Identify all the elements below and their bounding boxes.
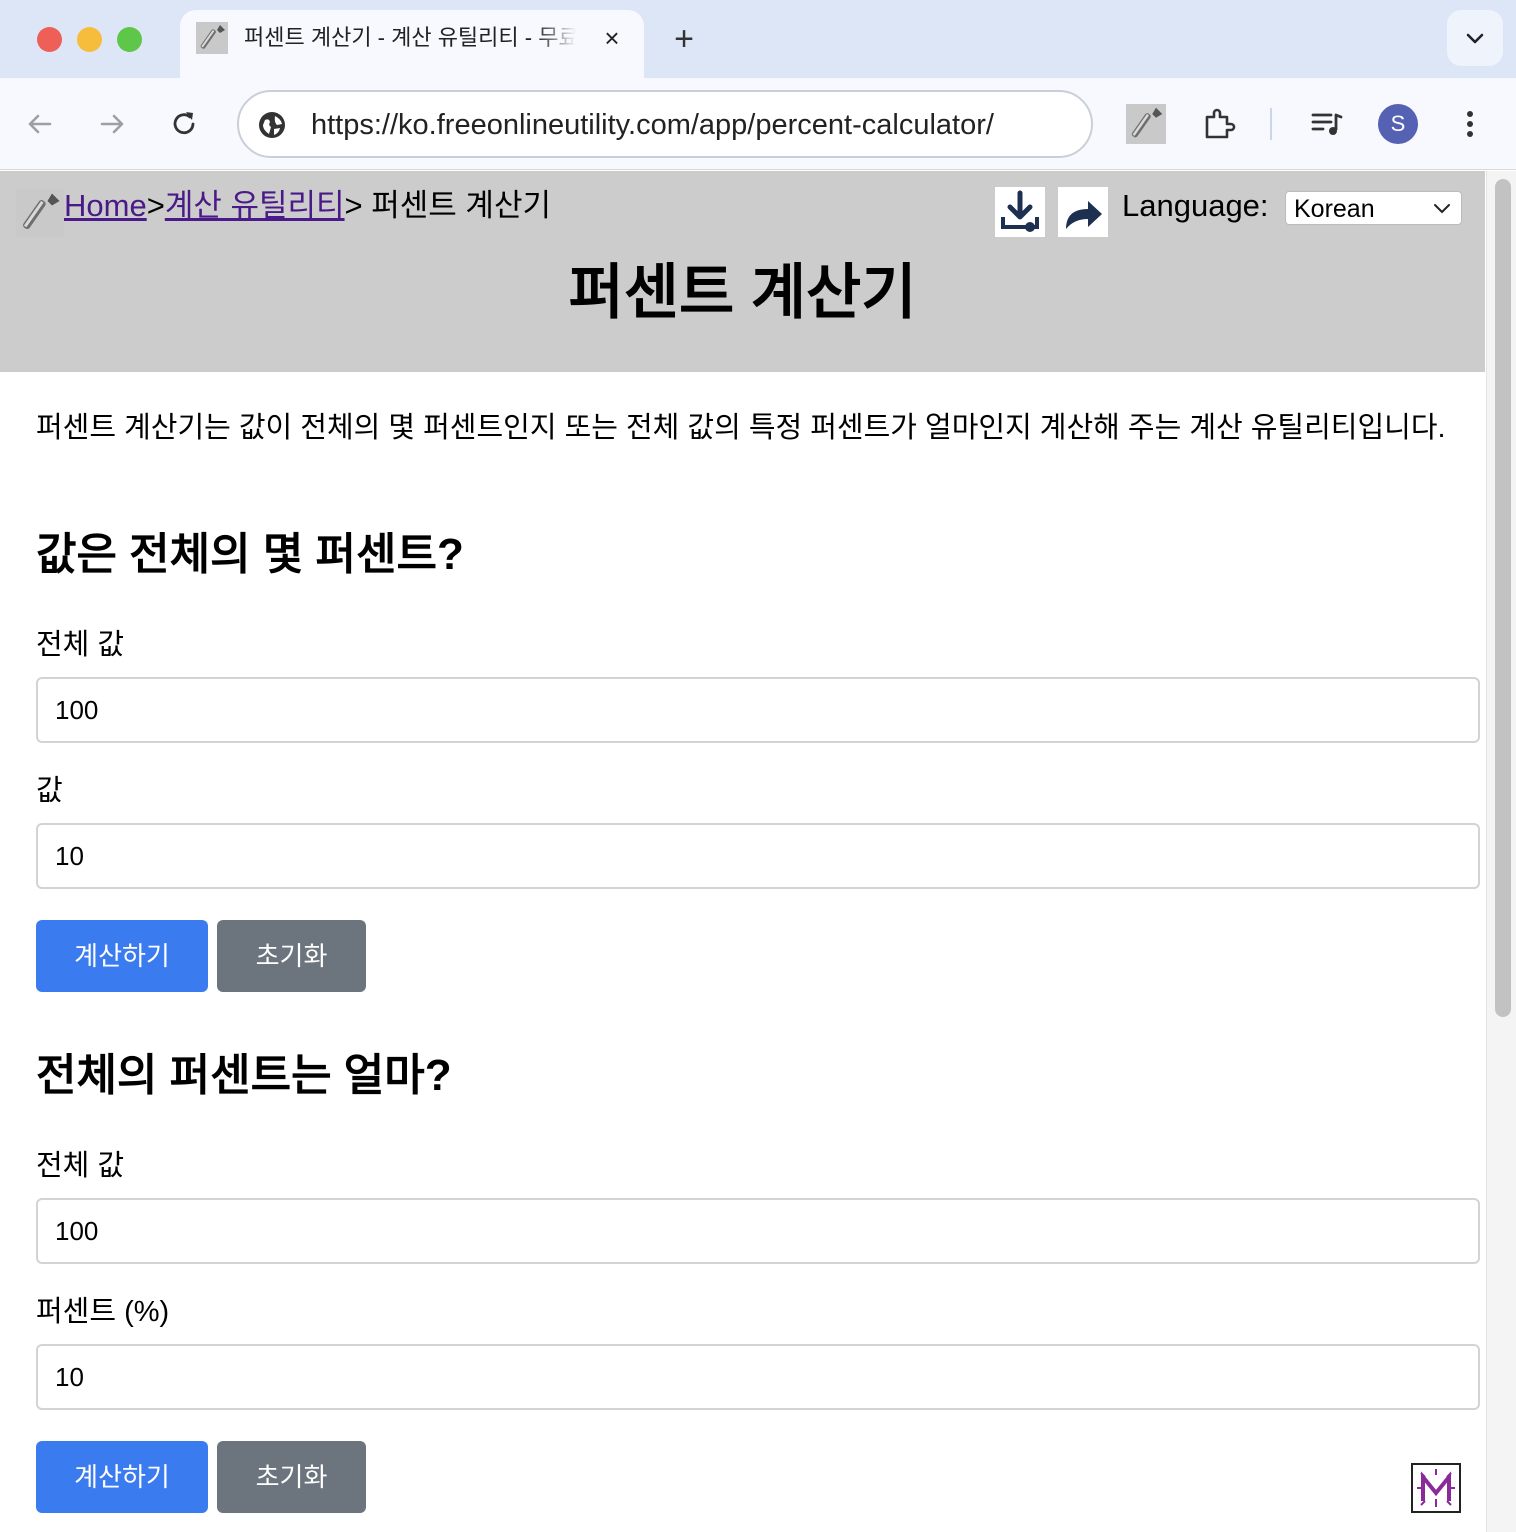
breadcrumb-home-link[interactable]: Home bbox=[64, 188, 147, 223]
section1-heading: 값은 전체의 몇 퍼센트? bbox=[36, 530, 464, 579]
reload-icon[interactable] bbox=[164, 104, 204, 144]
browser-tab-strip: 퍼센트 계산기 - 계산 유틸리티 - 무료 온라인 유틸리티 × + bbox=[0, 0, 1516, 78]
extensions-icon[interactable] bbox=[1199, 104, 1239, 144]
language-label: Language: bbox=[1122, 188, 1269, 223]
url-text: https://ko.freeonlineutility.com/app/per… bbox=[311, 109, 994, 141]
share-icon[interactable] bbox=[1058, 187, 1108, 237]
intro-text: 퍼센트 계산기는 값이 전체의 몇 퍼센트인지 또는 전체 값의 특정 퍼센트가… bbox=[36, 412, 1446, 444]
section1-total-input[interactable]: 100 bbox=[36, 677, 1480, 743]
section1-total-value: 100 bbox=[55, 695, 99, 725]
section1-value-label: 값 bbox=[36, 775, 63, 807]
chevron-down-icon bbox=[1434, 204, 1450, 214]
section1-value-value: 10 bbox=[55, 841, 84, 871]
window-close-button[interactable] bbox=[37, 27, 62, 52]
wrench-icon bbox=[196, 22, 228, 54]
menu-kebab-icon[interactable] bbox=[1450, 104, 1490, 144]
breadcrumb-separator: > bbox=[146, 188, 165, 223]
site-info-icon[interactable] bbox=[257, 110, 287, 145]
window-minimize-button[interactable] bbox=[77, 27, 102, 52]
window-zoom-button[interactable] bbox=[117, 27, 142, 52]
section2-percent-label: 퍼센트 (%) bbox=[36, 1296, 170, 1328]
scrollbar-thumb[interactable] bbox=[1495, 179, 1511, 1017]
section2-calculate-button[interactable]: 계산하기 bbox=[36, 1441, 208, 1513]
download-icon[interactable] bbox=[995, 187, 1045, 237]
section2-reset-button[interactable]: 초기화 bbox=[217, 1441, 366, 1513]
language-selected-value: Korean bbox=[1294, 195, 1375, 223]
site-header: Home>계산 유틸리티> 퍼센트 계산기 Language: Korean 퍼… bbox=[0, 171, 1485, 372]
address-bar[interactable]: https://ko.freeonlineutility.com/app/per… bbox=[237, 90, 1093, 158]
back-arrow-icon[interactable] bbox=[20, 104, 60, 144]
section2-percent-value: 10 bbox=[55, 1362, 84, 1392]
wrench-icon[interactable] bbox=[1126, 104, 1166, 144]
section1-calculate-button[interactable]: 계산하기 bbox=[36, 920, 208, 992]
tab-close-icon[interactable]: × bbox=[598, 24, 626, 52]
section1-total-label: 전체 값 bbox=[36, 629, 125, 661]
section2-total-input[interactable]: 100 bbox=[36, 1198, 1480, 1264]
breadcrumb: Home>계산 유틸리티> 퍼센트 계산기 bbox=[64, 187, 551, 225]
browser-tab-active[interactable]: 퍼센트 계산기 - 계산 유틸리티 - 무료 온라인 유틸리티 × bbox=[180, 10, 644, 78]
media-control-icon[interactable] bbox=[1306, 104, 1346, 144]
language-select[interactable]: Korean bbox=[1285, 191, 1462, 225]
browser-toolbar: https://ko.freeonlineutility.com/app/per… bbox=[0, 78, 1516, 170]
page-scrollbar[interactable] bbox=[1486, 171, 1516, 1532]
wrench-icon[interactable] bbox=[16, 189, 64, 237]
forward-arrow-icon[interactable] bbox=[92, 104, 132, 144]
breadcrumb-category-link[interactable]: 계산 유틸리티 bbox=[165, 188, 345, 223]
profile-avatar[interactable]: S bbox=[1378, 104, 1418, 144]
section1-reset-button[interactable]: 초기화 bbox=[217, 920, 366, 992]
tab-title: 퍼센트 계산기 - 계산 유틸리티 - 무료 온라인 유틸리티 bbox=[244, 24, 576, 52]
section2-total-value: 100 bbox=[55, 1216, 99, 1246]
section2-percent-input[interactable]: 10 bbox=[36, 1344, 1480, 1410]
tab-search-button[interactable] bbox=[1447, 10, 1503, 66]
toolbar-separator bbox=[1270, 108, 1272, 140]
new-tab-button[interactable]: + bbox=[664, 20, 704, 60]
chevron-down-icon bbox=[1466, 33, 1484, 44]
section2-heading: 전체의 퍼센트는 얼마? bbox=[36, 1051, 452, 1100]
site-badge-icon[interactable] bbox=[1411, 1463, 1461, 1513]
breadcrumb-current: > 퍼센트 계산기 bbox=[344, 188, 551, 223]
page-title: 퍼센트 계산기 bbox=[568, 259, 917, 326]
section2-total-label: 전체 값 bbox=[36, 1150, 125, 1182]
page-viewport: Home>계산 유틸리티> 퍼센트 계산기 Language: Korean 퍼… bbox=[0, 171, 1516, 1532]
section1-value-input[interactable]: 10 bbox=[36, 823, 1480, 889]
